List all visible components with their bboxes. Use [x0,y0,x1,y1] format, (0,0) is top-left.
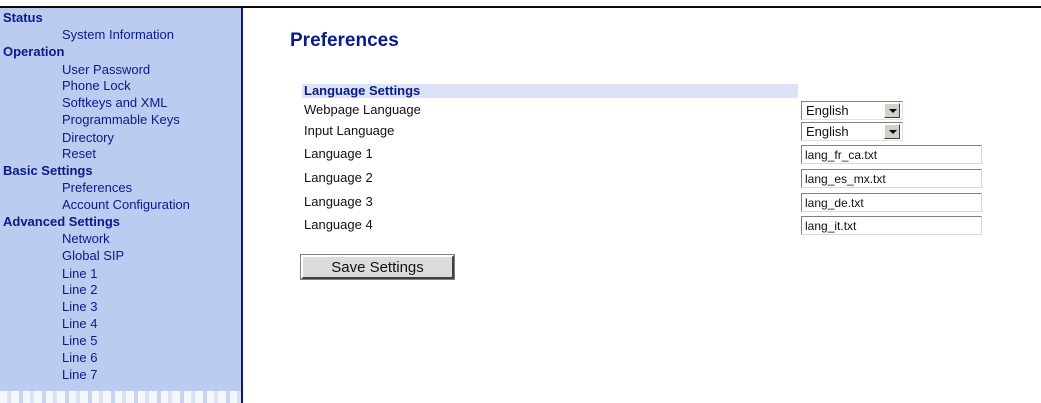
input-language-value: English [806,124,849,139]
sidebar-item-line-1[interactable]: Line 1 [62,266,97,282]
sidebar-category-advanced-settings[interactable]: Advanced Settings [3,214,120,230]
language-1-field[interactable] [801,145,982,164]
sidebar-item-line-3[interactable]: Line 3 [62,299,97,315]
webpage-language-select[interactable]: English [801,101,903,120]
language-1-label: Language 1 [304,146,373,161]
sidebar-category-operation[interactable]: Operation [3,44,64,60]
sidebar-category-basic-settings[interactable]: Basic Settings [3,163,93,179]
language-3-label: Language 3 [304,194,373,209]
webpage-language-value: English [806,103,849,118]
sidebar-scroll-fade [0,391,241,403]
sidebar-item-account-configuration[interactable]: Account Configuration [62,197,190,213]
input-language-label: Input Language [304,123,395,138]
sidebar-item-network[interactable]: Network [62,231,110,247]
language-2-field[interactable] [801,169,982,188]
chevron-down-icon[interactable] [884,124,900,139]
language-4-label: Language 4 [304,217,373,232]
sidebar-item-user-password[interactable]: User Password [62,62,150,78]
page-title: Preferences [290,30,399,51]
save-settings-button[interactable]: Save Settings [300,254,455,280]
sidebar-item-softkeys-and-xml[interactable]: Softkeys and XML [62,95,168,111]
sidebar-item-global-sip[interactable]: Global SIP [62,248,124,264]
sidebar-item-preferences[interactable]: Preferences [62,180,132,196]
sidebar-item-line-5[interactable]: Line 5 [62,333,97,349]
webpage-language-label: Webpage Language [304,102,421,117]
sidebar-item-line-4[interactable]: Line 4 [62,316,97,332]
sidebar-item-line-2[interactable]: Line 2 [62,282,97,298]
sidebar-item-line-7[interactable]: Line 7 [62,367,97,383]
sidebar-item-system-information[interactable]: System Information [62,27,174,43]
sidebar-category-status[interactable]: Status [3,10,43,26]
sidebar-item-programmable-keys[interactable]: Programmable Keys [62,112,180,128]
sidebar-item-reset[interactable]: Reset [62,146,96,162]
sidebar: Status System Information Operation User… [0,8,243,403]
language-3-field[interactable] [801,193,982,212]
language-4-field[interactable] [801,216,982,235]
top-rule [0,0,1041,8]
chevron-down-icon[interactable] [884,103,900,118]
section-title: Language Settings [304,83,421,98]
sidebar-item-line-6[interactable]: Line 6 [62,350,97,366]
language-2-label: Language 2 [304,170,373,185]
input-language-select[interactable]: English [801,122,903,141]
sidebar-item-directory[interactable]: Directory [62,130,114,146]
sidebar-item-phone-lock[interactable]: Phone Lock [62,78,131,94]
